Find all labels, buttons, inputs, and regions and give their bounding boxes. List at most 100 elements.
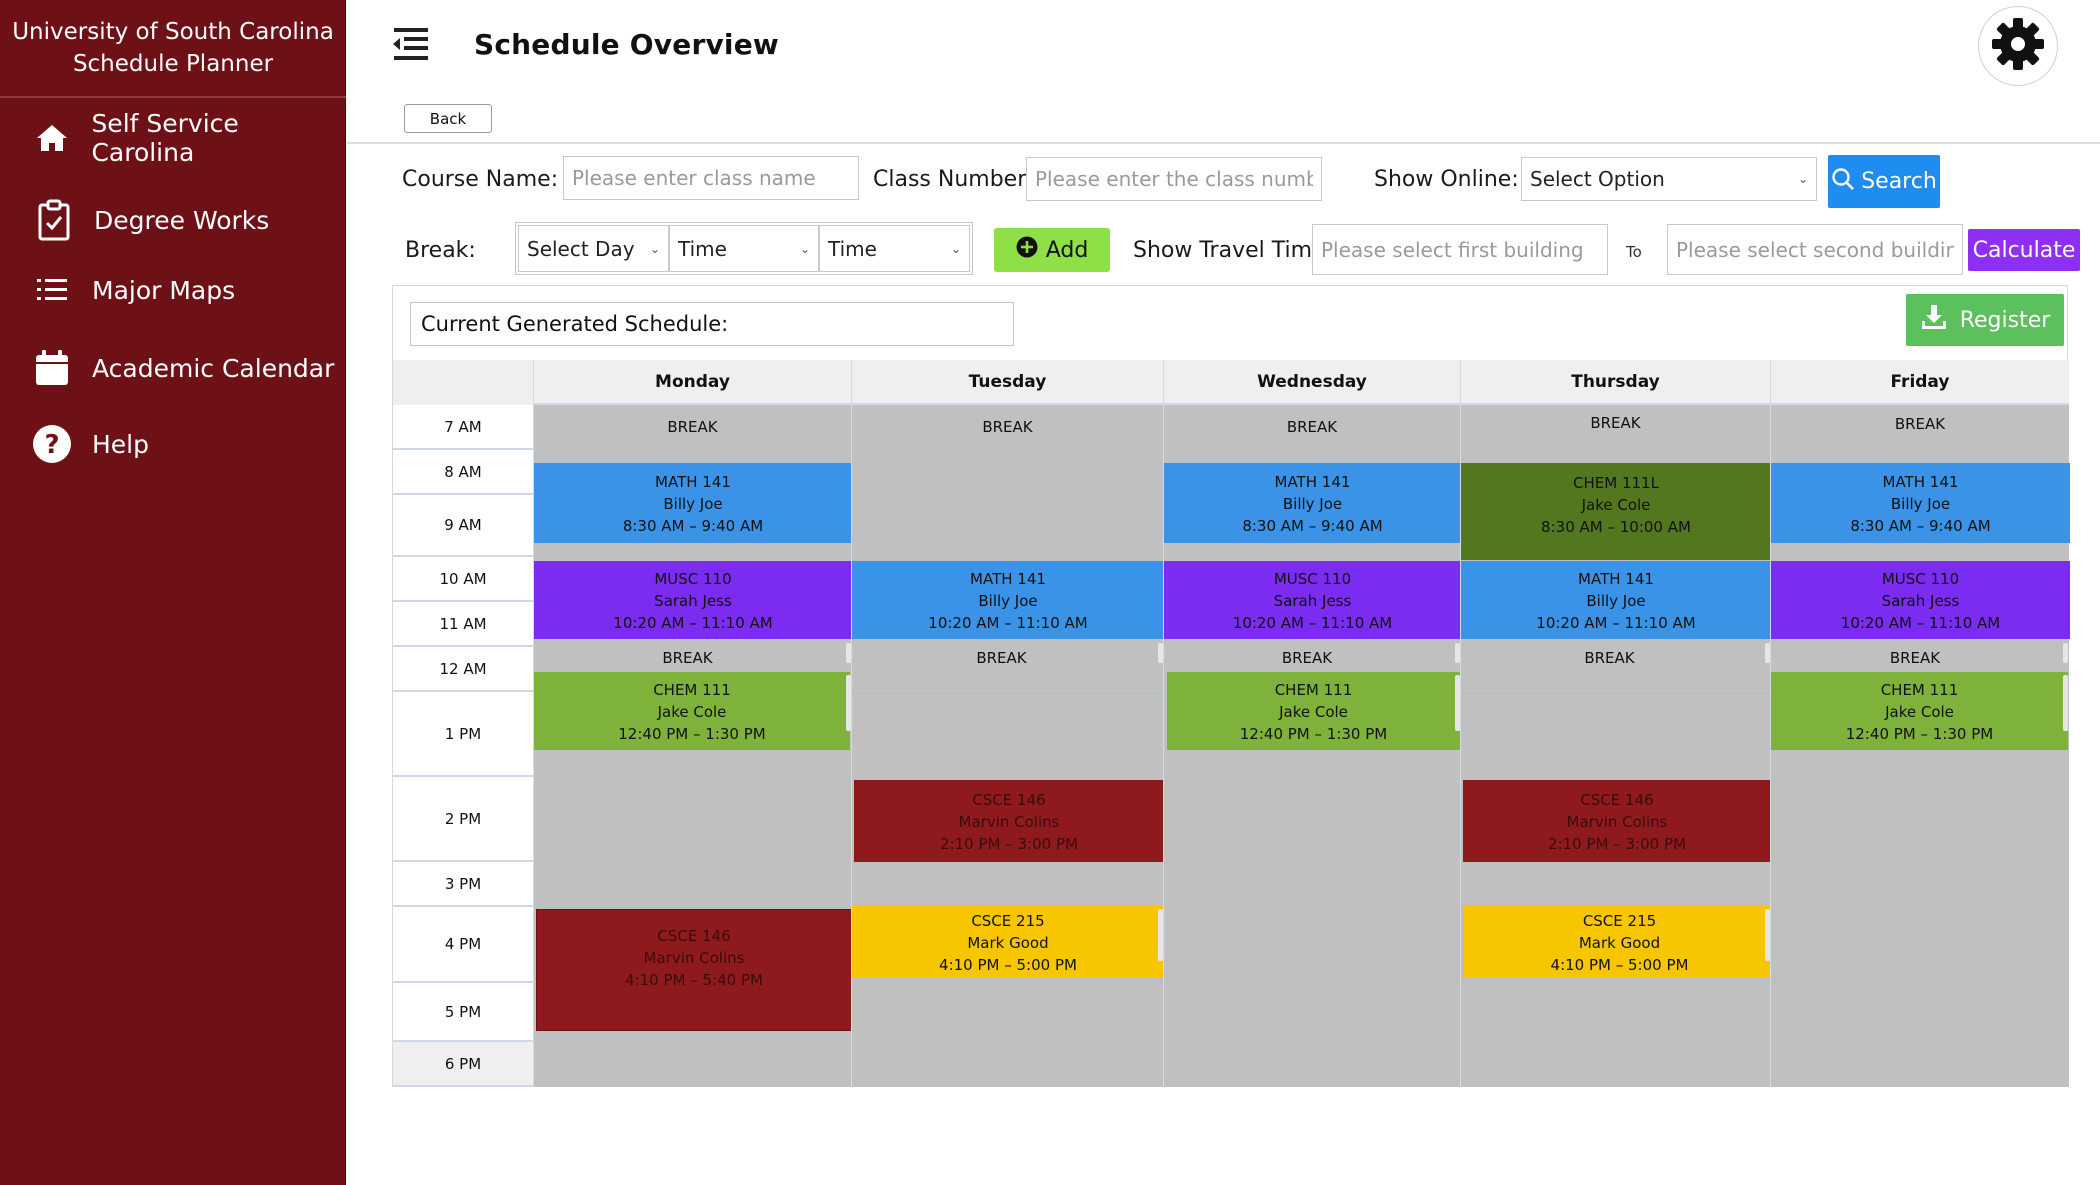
chevron-down-icon: ⌄ xyxy=(649,241,660,256)
class-time: 2:10 PM – 3:00 PM xyxy=(940,835,1078,853)
sidebar-item-help[interactable]: ? Help xyxy=(0,414,346,474)
time-label: 9 AM xyxy=(393,495,533,557)
class-block-chem-111[interactable]: CHEM 111 Jake Cole 12:40 PM – 1:30 PM xyxy=(534,672,850,750)
break-day-value: Select Day xyxy=(527,236,635,261)
class-block-musc-110[interactable]: MUSC 110 Sarah Jess 10:20 AM – 11:10 AM xyxy=(1771,561,2070,639)
break-start-time-select[interactable]: Time ⌄ xyxy=(669,225,819,272)
settings-button[interactable] xyxy=(1978,6,2058,86)
time-label: 4 PM xyxy=(393,907,533,983)
time-column: 7 AM 8 AM 9 AM 10 AM 11 AM 12 AM 1 PM 2 … xyxy=(393,360,533,1087)
course-code: MATH 141 xyxy=(970,570,1046,588)
break-selects: Select Day ⌄ Time ⌄ Time ⌄ xyxy=(515,222,973,275)
calculate-button[interactable]: Calculate xyxy=(1968,229,2080,271)
class-block-musc-110[interactable]: MUSC 110 Sarah Jess 10:20 AM – 11:10 AM xyxy=(534,561,852,639)
class-time: 12:40 PM – 1:30 PM xyxy=(618,725,766,743)
course-code: CHEM 111 xyxy=(1880,681,1959,699)
class-time: 4:10 PM – 5:00 PM xyxy=(939,956,1077,974)
register-button[interactable]: Register xyxy=(1906,294,2064,346)
sidebar-item-major-maps[interactable]: Major Maps xyxy=(0,260,346,320)
sidebar-item-academic-calendar[interactable]: Academic Calendar xyxy=(0,338,346,398)
course-code: MATH 141 xyxy=(1274,473,1351,491)
back-button[interactable]: Back xyxy=(404,104,492,133)
class-block-csce-146[interactable]: CSCE 146 Marvin Colins 2:10 PM – 3:00 PM xyxy=(1463,780,1771,862)
sidebar-item-degree-works[interactable]: Degree Works xyxy=(0,190,346,250)
course-code: CSCE 146 xyxy=(657,927,731,945)
class-block-csce-146[interactable]: CSCE 146 Marvin Colins 2:10 PM – 3:00 PM xyxy=(854,780,1164,862)
page-title: Schedule Overview xyxy=(474,28,779,61)
time-label: 8 AM xyxy=(393,450,533,495)
clipboard-check-icon xyxy=(34,199,74,241)
search-label: Search xyxy=(1861,169,1937,194)
class-time: 10:20 AM – 11:10 AM xyxy=(1232,614,1393,632)
time-label: 11 AM xyxy=(393,602,533,647)
instructor-name: Sarah Jess xyxy=(654,592,732,610)
sidebar-item-self-service-carolina[interactable]: Self Service Carolina xyxy=(0,108,346,168)
course-code: CSCE 146 xyxy=(972,791,1046,809)
class-block-csce-215[interactable]: CSCE 215 Mark Good 4:10 PM – 5:00 PM xyxy=(1463,906,1776,978)
schedule-grid: 7 AM 8 AM 9 AM 10 AM 11 AM 12 AM 1 PM 2 … xyxy=(393,360,2070,1087)
day-column-wednesday: Wednesday BREAK MATH 141 Billy Joe 8:30 … xyxy=(1163,360,1461,1087)
sidebar-item-label: Help xyxy=(92,429,149,459)
course-code: CSCE 215 xyxy=(1582,912,1657,930)
class-number-input[interactable] xyxy=(1026,157,1322,201)
chevron-down-icon: ⌄ xyxy=(950,241,961,256)
instructor-name: Marvin Colins xyxy=(1566,813,1668,831)
instructor-name: Sarah Jess xyxy=(1273,592,1352,610)
instructor-name: Billy Joe xyxy=(1282,495,1343,513)
class-block-math-141[interactable]: MATH 141 Billy Joe 8:30 AM – 9:40 AM xyxy=(1771,463,2070,543)
download-icon xyxy=(1920,303,1948,337)
class-time: 10:20 AM – 11:10 AM xyxy=(1840,614,2001,632)
search-button[interactable]: Search xyxy=(1828,155,1940,208)
course-name-input[interactable] xyxy=(563,156,859,200)
scroll-handle[interactable] xyxy=(2063,675,2068,731)
class-block-math-141[interactable]: MATH 141 Billy Joe 10:20 AM – 11:10 AM xyxy=(852,561,1164,639)
class-time: 4:10 PM – 5:00 PM xyxy=(1550,956,1689,974)
app-title: University of South Carolina Schedule Pl… xyxy=(0,0,346,98)
plus-circle-icon xyxy=(1016,236,1038,264)
class-block-musc-110[interactable]: MUSC 110 Sarah Jess 10:20 AM – 11:10 AM xyxy=(1164,561,1461,639)
class-block-csce-146[interactable]: CSCE 146 Marvin Colins 4:10 PM – 5:40 PM xyxy=(536,909,852,1031)
time-header xyxy=(393,360,533,405)
to-label: To xyxy=(1626,243,1642,261)
class-number-label: Class Number: xyxy=(873,167,1034,192)
break-start-value: Time xyxy=(678,236,727,261)
class-block-math-141[interactable]: MATH 141 Billy Joe 8:30 AM – 9:40 AM xyxy=(534,463,852,543)
break-day-select[interactable]: Select Day ⌄ xyxy=(518,225,669,272)
day-column-tuesday: Tuesday BREAK MATH 141 Billy Joe 10:20 A… xyxy=(851,360,1164,1087)
time-label: 3 PM xyxy=(393,862,533,907)
show-online-select[interactable]: Select Option ⌄ xyxy=(1521,157,1817,201)
course-code: CHEM 111L xyxy=(1573,473,1659,492)
course-code: MUSC 110 xyxy=(654,570,732,588)
sidebar-item-label: Degree Works xyxy=(94,205,270,235)
class-block-chem-111l[interactable]: CHEM 111L Jake Cole 8:30 AM – 10:00 AM xyxy=(1461,463,1771,560)
class-time: 10:20 AM – 11:10 AM xyxy=(613,614,773,632)
class-time: 8:30 AM – 9:40 AM xyxy=(622,517,764,535)
gear-icon xyxy=(1991,17,2045,75)
menu-toggle-icon[interactable] xyxy=(390,26,430,64)
instructor-name: Sarah Jess xyxy=(1881,592,1960,610)
course-code: CHEM 111 xyxy=(653,681,731,699)
day-header: Monday xyxy=(534,360,851,405)
show-online-value: Select Option xyxy=(1530,167,1665,191)
class-time: 4:10 PM – 5:40 PM xyxy=(625,971,763,989)
travel-time-label: Show Travel Time: xyxy=(1133,238,1333,263)
break-end-time-select[interactable]: Time ⌄ xyxy=(819,225,970,272)
search-icon xyxy=(1831,167,1855,197)
first-building-input[interactable] xyxy=(1312,224,1608,275)
scroll-handle[interactable] xyxy=(2063,643,2068,663)
class-block-chem-111[interactable]: CHEM 111 Jake Cole 12:40 PM – 1:30 PM xyxy=(1771,672,2068,750)
class-block-math-141[interactable]: MATH 141 Billy Joe 10:20 AM – 11:10 AM xyxy=(1461,561,1771,639)
add-break-button[interactable]: Add xyxy=(994,228,1110,272)
break-block: BREAK xyxy=(1590,414,1641,432)
course-code: CSCE 146 xyxy=(1580,791,1654,809)
class-block-chem-111[interactable]: CHEM 111 Jake Cole 12:40 PM – 1:30 PM xyxy=(1167,672,1460,750)
break-end-value: Time xyxy=(828,236,877,261)
class-time: 12:40 PM – 1:30 PM xyxy=(1845,725,1994,743)
time-label: 1 PM xyxy=(393,692,533,777)
second-building-input[interactable] xyxy=(1667,224,1963,275)
home-icon xyxy=(32,118,71,158)
course-code: MATH 141 xyxy=(1882,473,1959,491)
break-block: BREAK xyxy=(662,649,713,667)
class-block-csce-215[interactable]: CSCE 215 Mark Good 4:10 PM – 5:00 PM xyxy=(852,906,1164,978)
class-block-math-141[interactable]: MATH 141 Billy Joe 8:30 AM – 9:40 AM xyxy=(1164,463,1461,543)
